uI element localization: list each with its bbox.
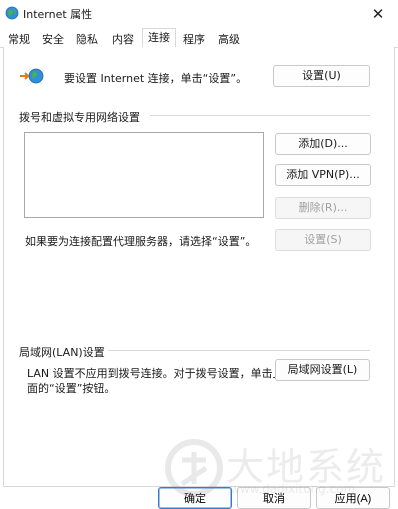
proxy-hint: 如果要为连接配置代理服务器，请选择“设置”。 [25,235,257,248]
title-bar: Internet 属性 ✕ [0,0,398,28]
lan-description-line2: 面的“设置”按钮。 [27,382,116,395]
tab-security[interactable]: 安全 [40,30,66,47]
close-button[interactable]: ✕ [358,0,398,28]
setup-description: 要设置 Internet 连接，单击“设置”。 [64,72,248,85]
add-vpn-button[interactable]: 添加 VPN(P)... [275,164,371,186]
tab-strip: 常规 安全 隐私 内容 连接 程序 高级 [0,28,398,48]
setup-button[interactable]: 设置(U) [273,65,370,87]
window-title: Internet 属性 [23,8,93,21]
add-connection-button[interactable]: 添加(D)... [275,133,371,155]
watermark-url: www.dadixitong.com [230,482,356,496]
tab-general[interactable]: 常规 [6,30,32,47]
watermark: 大地系统 www.dadixitong.com [160,430,398,504]
tab-connections[interactable]: 连接 [142,28,176,48]
tab-advanced[interactable]: 高级 [214,30,244,47]
remove-button[interactable]: 删除(R)... [275,197,371,219]
internet-globe-icon [5,6,19,20]
lan-settings-button[interactable]: 局域网设置(L) [275,359,370,381]
watermark-logo-icon [165,439,223,497]
lan-group-label: 局域网(LAN)设置 [19,346,105,359]
tab-content[interactable]: 内容 [108,30,138,47]
dialup-group-label: 拨号和虚拟专用网络设置 [19,111,140,124]
tab-programs[interactable]: 程序 [180,30,208,47]
lan-group-divider [108,350,370,351]
dialup-group-divider [150,115,370,116]
lan-description-line1: LAN 设置不应用到拨号连接。对于拨号设置，单击上 [27,367,284,380]
network-setup-icon [20,68,44,84]
connections-listbox[interactable] [24,132,264,218]
dialup-settings-button[interactable]: 设置(S) [275,229,371,251]
tab-privacy[interactable]: 隐私 [74,30,100,47]
close-icon: ✕ [371,5,385,23]
